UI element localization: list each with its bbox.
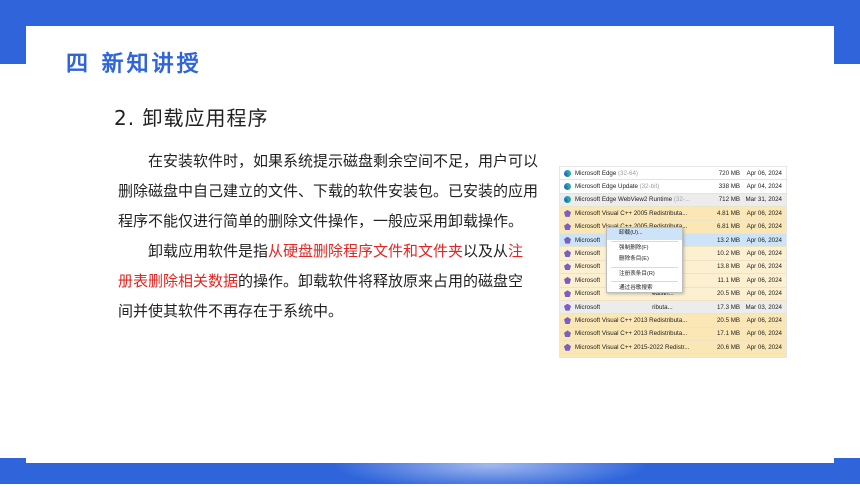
vcpp-icon <box>564 303 571 311</box>
program-row[interactable]: Microsoft Visual C++ 2015-2022 Redistr..… <box>560 341 786 355</box>
section-title: 四 新知讲授 <box>66 52 202 77</box>
program-size: 4.81 MB <box>716 209 741 217</box>
context-menu-item[interactable]: 强制删除(F) <box>607 243 682 255</box>
context-menu-item[interactable]: 注册表条目(R) <box>607 269 682 281</box>
program-size: 720 MB <box>718 169 741 177</box>
program-tag: (32-... <box>672 196 690 204</box>
program-row[interactable]: Microsoft Visual C++ 2013 Redistributa..… <box>560 327 786 342</box>
body-text: 在安装软件时，如果系统提示磁盘剩余空间不足，用户可以删除磁盘中自己建立的文件、下… <box>118 146 538 326</box>
program-name: Microsoft Edge WebView2 Runtime (32-... <box>575 196 690 204</box>
context-menu-item[interactable]: 通过谷歌搜索 <box>607 283 682 295</box>
paragraph-2: 卸载应用软件是指从硬盘删除程序文件和文件夹以及从注册表删除相关数据的操作。卸载软… <box>118 236 538 326</box>
program-size: 20.6 MB <box>716 343 741 351</box>
edge-icon <box>564 169 571 177</box>
program-size: 17.3 MB <box>716 303 741 311</box>
para2-before: 卸载应用软件是指 <box>148 242 269 260</box>
program-name: Microsoft Visual C++ 2015-2022 Redistr..… <box>575 343 690 351</box>
program-row[interactable]: Microsoft Edge Update (32-bit) 338 MB Apr … <box>560 180 786 194</box>
vcpp-icon <box>564 343 571 351</box>
para2-highlight-1: 从硬盘删除程序文件和文件夹 <box>268 242 464 260</box>
program-name: Microsoft Edge Update (32-bit) <box>575 183 660 191</box>
program-size: 13.8 MB <box>716 263 741 271</box>
vcpp-icon <box>564 316 571 324</box>
program-row[interactable]: Microsoft Edge (32-64) 720 MB Apr 06, 2024 <box>560 167 786 181</box>
vcpp-icon <box>564 330 571 338</box>
program-tag: (32-64) <box>616 169 638 177</box>
program-row[interactable]: Microsoft Edge WebView2 Runtime (32-... 7… <box>560 193 786 208</box>
uninstaller-screenshot: Microsoft Edge (32-64) 720 MB Apr 06, 2024… <box>559 166 787 358</box>
context-menu-item[interactable]: 删除条目(E) <box>607 254 682 266</box>
program-row[interactable]: Microsoft ributa... 17.3 MB Mar 03, 2024 <box>560 300 786 315</box>
program-date: Apr 06, 2024 <box>740 357 786 358</box>
vcpp-icon <box>564 209 571 217</box>
para2-middle: 以及从 <box>463 242 509 260</box>
program-date: Apr 06, 2024 <box>746 209 782 217</box>
vcpp-icon <box>564 236 571 244</box>
program-size: 20.5 MB <box>716 316 741 324</box>
vcpp-icon <box>564 357 571 358</box>
program-size: 712 MB <box>718 196 741 204</box>
program-name: Microsoft Visual C++ 2013 Redistributa..… <box>575 316 688 324</box>
program-date: Apr 06, 2024 <box>746 343 782 351</box>
paragraph-1: 在安装软件时，如果系统提示磁盘剩余空间不足，用户可以删除磁盘中自己建立的文件、下… <box>118 152 539 230</box>
program-name: Microsoft Edge (32-64) <box>575 169 638 177</box>
edge-icon <box>564 196 571 204</box>
program-tag: (32-bit) <box>637 183 660 191</box>
program-date: Apr 06, 2024 <box>746 290 782 298</box>
program-name: Microsoftributa... <box>575 303 673 311</box>
program-date: Mar 31, 2024 <box>745 196 782 204</box>
program-name-tail: ributa... <box>652 303 673 311</box>
program-size: 18.0 MB <box>704 357 740 358</box>
vcpp-icon <box>564 290 571 298</box>
program-date: Apr 06, 2024 <box>746 276 782 284</box>
program-row[interactable]: Microsoft Visual C++ 2015-2022 Redistr..… <box>560 354 786 358</box>
menu-separator <box>611 240 678 242</box>
program-name: Microsoft Visual C++ 2005 Redistributa..… <box>575 209 688 217</box>
program-size: 10.2 MB <box>716 250 741 258</box>
program-date: Apr 06, 2024 <box>746 330 782 338</box>
menu-separator <box>611 281 678 282</box>
program-date: Apr 04, 2024 <box>746 183 782 191</box>
program-size: 6.81 MB <box>716 223 741 231</box>
program-date: Apr 06, 2024 <box>746 236 782 244</box>
vcpp-icon <box>564 250 571 258</box>
program-size: 13.2 MB <box>716 236 741 244</box>
program-size: 17.1 MB <box>716 330 741 338</box>
program-row[interactable]: Microsoft Visual C++ 2005 Redistributa..… <box>560 207 786 221</box>
edge-icon <box>564 183 571 191</box>
program-date: Mar 03, 2024 <box>745 303 782 311</box>
program-row[interactable]: Microsoft Visual C++ 2013 Redistributa..… <box>560 314 786 328</box>
program-date: Apr 06, 2024 <box>746 263 782 271</box>
vcpp-icon <box>564 223 571 231</box>
context-menu: 卸载(U)... 强制删除(F) 删除条目(E) 注册表条目(R) 通过谷歌搜索 <box>606 227 683 293</box>
subtitle: 2. 卸载应用程序 <box>114 106 269 130</box>
program-size: 20.5 MB <box>716 290 741 298</box>
program-date: Apr 06, 2024 <box>746 316 782 324</box>
context-menu-item[interactable]: 卸载(U)... <box>607 228 682 240</box>
vcpp-icon <box>564 263 571 271</box>
program-size: 11.1 MB <box>717 276 741 284</box>
program-name: Microsoft Visual C++ 2015-2022 Redistr..… <box>575 357 704 358</box>
menu-separator <box>611 266 678 268</box>
vcpp-icon <box>564 276 571 284</box>
program-name: Microsoft Visual C++ 2013 Redistributa..… <box>575 330 688 338</box>
program-size: 338 MB <box>718 183 741 191</box>
slide-card: 四 新知讲授 2. 卸载应用程序 在安装软件时，如果系统提示磁盘剩余空间不足，用… <box>26 26 834 463</box>
program-date: Apr 06, 2024 <box>746 169 782 177</box>
program-date: Apr 06, 2024 <box>746 250 782 258</box>
program-date: Apr 06, 2024 <box>746 223 782 231</box>
